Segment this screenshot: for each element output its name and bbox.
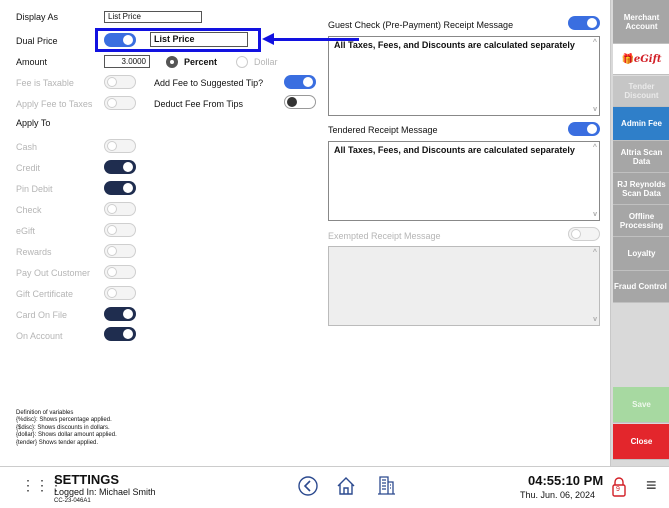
highlight-box: [95, 28, 261, 52]
egift-label: eGift: [633, 53, 662, 65]
tendered-receipt-textarea[interactable]: All Taxes, Fees, and Discounts are calcu…: [328, 141, 600, 221]
apply-fee-taxes-label: Apply Fee to Taxes: [16, 99, 93, 109]
logged-in-user: Logged In: Michael Smith: [54, 487, 156, 497]
side-menu: Merchant Account 🎁 eGift Tender Discount…: [610, 0, 669, 466]
lock-icon[interactable]: 9: [612, 476, 626, 498]
apply-to-payout-toggle[interactable]: [104, 265, 136, 279]
apply-to-card-on-file-toggle[interactable]: [104, 307, 136, 321]
display-as-label: Display As: [16, 12, 59, 22]
apply-to-rewards-label: Rewards: [16, 247, 52, 257]
loyalty-button[interactable]: Loyalty: [613, 237, 669, 271]
scroll-up-icon[interactable]: ^: [593, 144, 597, 151]
apply-to-gift-cert-toggle[interactable]: [104, 286, 136, 300]
clock-date: Thu. Jun. 06, 2024: [520, 490, 596, 500]
guest-receipt-toggle[interactable]: [568, 16, 600, 30]
home-icon[interactable]: [335, 475, 357, 497]
close-button[interactable]: Close: [613, 424, 669, 460]
deduct-fee-tips-label: Deduct Fee From Tips: [154, 99, 244, 109]
apply-to-egift-label: eGift: [16, 226, 36, 236]
offline-processing-button[interactable]: Offline Processing: [613, 205, 669, 237]
admin-fee-button[interactable]: Admin Fee: [613, 107, 669, 141]
scroll-down-icon[interactable]: v: [593, 316, 597, 323]
gift-icon: 🎁: [621, 53, 634, 65]
add-fee-tip-toggle[interactable]: [284, 75, 316, 89]
fee-taxable-label: Fee is Taxable: [16, 78, 74, 88]
apply-to-payout-label: Pay Out Customer: [16, 268, 91, 278]
amount-label: Amount: [16, 57, 48, 67]
amount-input[interactable]: 3.0000: [104, 55, 150, 68]
fee-taxable-toggle[interactable]: [104, 75, 136, 89]
footer-bar: ⋮⋮⋮ SETTINGS Logged In: Michael Smith CC…: [0, 466, 669, 508]
rj-reynolds-scan-data-button[interactable]: RJ Reynolds Scan Data: [613, 173, 669, 205]
apply-to-check-toggle[interactable]: [104, 202, 136, 216]
add-fee-tip-label: Add Fee to Suggested Tip?: [154, 78, 264, 88]
apply-to-pin-debit-label: Pin Debit: [16, 184, 53, 194]
scroll-up-icon[interactable]: ^: [593, 39, 597, 46]
apply-to-gift-cert-label: Gift Certificate: [16, 289, 74, 299]
definition-line: {dollar}: Shows dollar amount applied.: [16, 432, 117, 439]
variable-definitions: Definition of variables {%disc}: Shows p…: [16, 410, 117, 447]
apply-to-cash-label: Cash: [16, 142, 38, 152]
display-as-select[interactable]: List Price: [104, 11, 202, 23]
apply-to-credit-label: Credit: [16, 163, 41, 173]
back-icon[interactable]: [297, 475, 319, 497]
percent-label: Percent: [184, 57, 218, 67]
highlight-arrow-head-icon: [262, 33, 274, 45]
scroll-down-icon[interactable]: v: [593, 106, 597, 113]
egift-button[interactable]: 🎁 eGift: [613, 44, 669, 75]
percent-radio[interactable]: [166, 56, 178, 68]
guest-receipt-label: Guest Check (Pre-Payment) Receipt Messag…: [328, 20, 514, 30]
guest-receipt-textarea[interactable]: All Taxes, Fees, and Discounts are calcu…: [328, 36, 600, 116]
guest-receipt-text: All Taxes, Fees, and Discounts are calcu…: [334, 40, 575, 50]
exempted-receipt-label: Exempted Receipt Message: [328, 231, 441, 241]
tendered-receipt-label: Tendered Receipt Message: [328, 125, 438, 135]
apply-to-check-label: Check: [16, 205, 42, 215]
scroll-up-icon[interactable]: ^: [593, 249, 597, 256]
merchant-account-button[interactable]: Merchant Account: [613, 0, 669, 44]
apply-to-label: Apply To: [16, 118, 51, 128]
dollar-radio[interactable]: [236, 56, 248, 68]
highlight-arrow-line: [271, 38, 359, 41]
apply-to-on-account-toggle[interactable]: [104, 327, 136, 341]
fraud-control-button[interactable]: Fraud Control: [613, 271, 669, 303]
altria-scan-data-button[interactable]: Altria Scan Data: [613, 141, 669, 173]
deduct-fee-tips-toggle[interactable]: [284, 95, 316, 109]
device-id: CC-23-046A1: [54, 498, 91, 504]
exempted-receipt-textarea[interactable]: ^ v: [328, 246, 600, 326]
apply-fee-taxes-toggle[interactable]: [104, 96, 136, 110]
page-title: SETTINGS: [54, 472, 120, 487]
tender-discount-button[interactable]: Tender Discount: [613, 75, 669, 107]
definition-line: {%disc}: Shows percentage applied.: [16, 417, 112, 424]
apply-to-card-on-file-label: Card On File: [16, 310, 68, 320]
dollar-label: Dollar: [254, 57, 278, 67]
tendered-receipt-toggle[interactable]: [568, 122, 600, 136]
definitions-title: Definition of variables: [16, 410, 74, 416]
exempted-receipt-toggle[interactable]: [568, 227, 600, 241]
apply-to-on-account-label: On Account: [16, 331, 63, 341]
dual-price-label: Dual Price: [16, 36, 58, 46]
definition-line: {$disc}: Shows discounts in dollars.: [16, 424, 110, 431]
apply-to-credit-toggle[interactable]: [104, 160, 136, 174]
apply-to-rewards-toggle[interactable]: [104, 244, 136, 258]
lock-badge: 9: [616, 486, 620, 493]
apply-to-pin-debit-toggle[interactable]: [104, 181, 136, 195]
scroll-down-icon[interactable]: v: [593, 211, 597, 218]
building-icon[interactable]: [375, 474, 397, 496]
save-button[interactable]: Save: [613, 387, 669, 423]
apply-to-egift-toggle[interactable]: [104, 223, 136, 237]
apply-to-cash-toggle[interactable]: [104, 139, 136, 153]
clock-time: 04:55:10 PM: [528, 473, 604, 488]
definition-line: {tender} Shows tender applied.: [16, 439, 99, 446]
hamburger-menu-icon[interactable]: ≡: [646, 475, 657, 496]
tendered-receipt-text: All Taxes, Fees, and Discounts are calcu…: [334, 145, 575, 155]
settings-main-panel: Display As List Price Dual Price List Pr…: [0, 0, 610, 466]
